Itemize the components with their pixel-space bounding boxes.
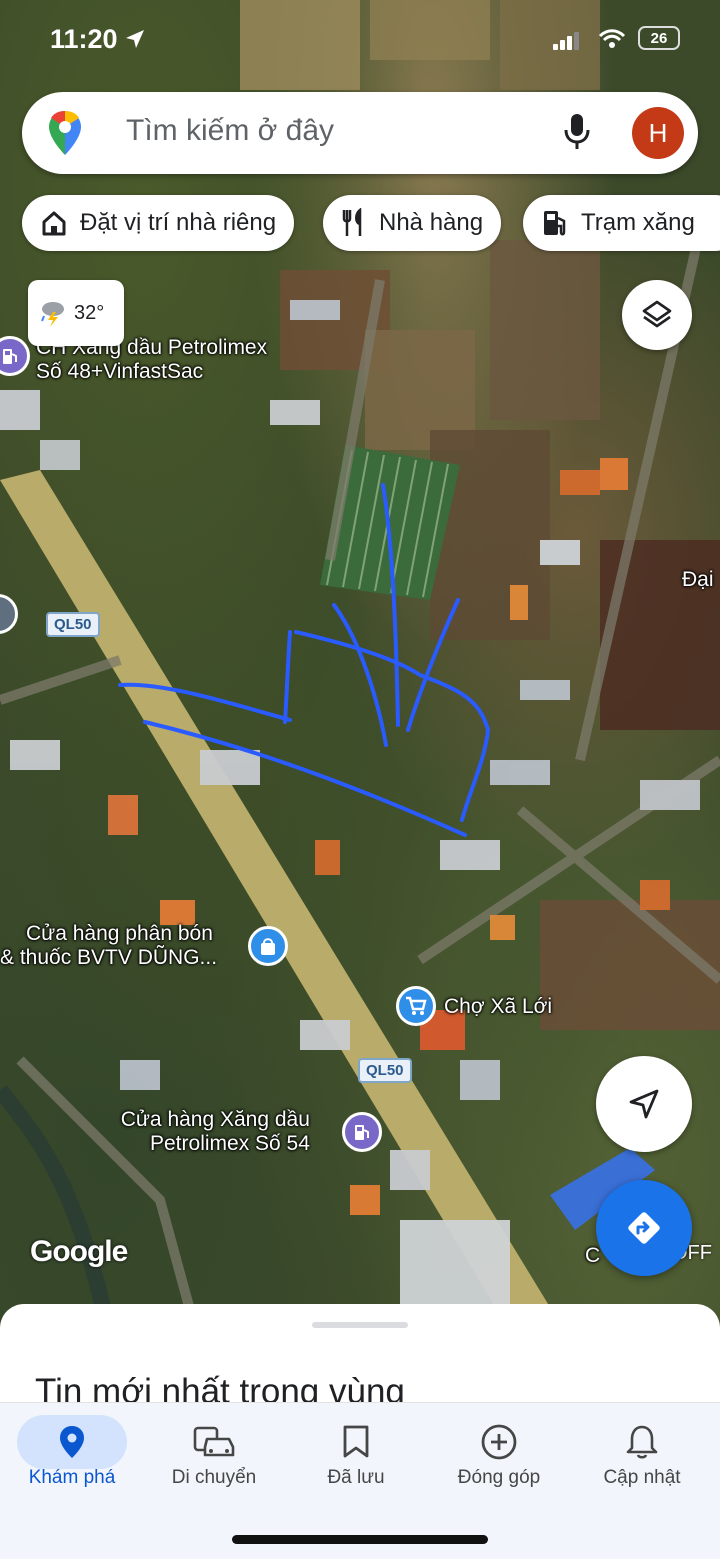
shopping-cart-icon[interactable] xyxy=(396,986,436,1026)
search-input[interactable]: Tìm kiếm ở đây xyxy=(126,114,334,148)
google-maps-logo-icon xyxy=(49,111,81,155)
chip-label: Đặt vị trí nhà riêng xyxy=(80,209,277,236)
layers-icon xyxy=(642,300,672,328)
google-attribution-logo: Google xyxy=(30,1235,128,1268)
home-indicator[interactable] xyxy=(232,1535,488,1544)
tab-label: Đóng góp xyxy=(457,1467,541,1488)
road-label-ql50: QL50 xyxy=(46,612,100,637)
location-arrow-icon xyxy=(126,30,144,48)
place-label-dai[interactable]: Đại xyxy=(682,568,714,592)
weather-temp: 32° xyxy=(74,301,105,324)
chip-gas-stations[interactable]: Trạm xăng xyxy=(523,195,720,251)
tab-label: Khám phá xyxy=(28,1467,116,1488)
tab-contribute[interactable]: Đóng góp xyxy=(427,1403,571,1513)
bell-icon xyxy=(626,1425,658,1459)
commute-icon xyxy=(193,1426,235,1457)
fertilizer-shop-label[interactable]: Cửa hàng phân bón & thuốc BVTV DŨNG... xyxy=(0,922,217,970)
chip-set-home[interactable]: Đặt vị trí nhà riêng xyxy=(22,195,295,251)
explore-pin-icon xyxy=(60,1426,84,1458)
layers-button[interactable] xyxy=(622,280,692,350)
restaurant-icon xyxy=(342,208,362,236)
status-bar: 11:20 26 xyxy=(0,0,720,80)
gas-station-poi-icon[interactable] xyxy=(342,1112,382,1152)
navigation-arrow-icon xyxy=(629,1089,659,1119)
tab-label: Đã lưu xyxy=(327,1467,385,1488)
wifi-icon xyxy=(598,29,626,48)
gas-station-icon xyxy=(544,211,566,236)
my-location-button[interactable] xyxy=(596,1056,692,1152)
place-label-truncated[interactable]: C xyxy=(585,1244,600,1268)
search-bar[interactable]: Tìm kiếm ở đây H xyxy=(22,92,698,174)
road-label-ql50: QL50 xyxy=(358,1058,412,1083)
petrolimex-54-label[interactable]: Cửa hàng Xăng dầu Petrolimex Số 54 xyxy=(120,1108,310,1156)
tab-commute[interactable]: Di chuyển xyxy=(142,1403,286,1513)
chip-restaurants[interactable]: Nhà hàng xyxy=(323,195,502,251)
tab-label: Cập nhật xyxy=(603,1467,681,1488)
shopping-bag-icon[interactable] xyxy=(248,926,288,966)
home-icon xyxy=(42,211,66,236)
directions-icon xyxy=(628,1212,660,1244)
tab-updates[interactable]: Cập nhật xyxy=(570,1403,714,1513)
weather-badge[interactable]: 32° xyxy=(28,280,124,346)
microphone-icon[interactable] xyxy=(562,112,592,152)
add-circle-icon xyxy=(481,1424,517,1460)
chip-label: Nhà hàng xyxy=(379,209,484,236)
tab-label: Di chuyển xyxy=(171,1467,257,1488)
status-time: 11:20 xyxy=(50,24,118,54)
avatar[interactable]: H xyxy=(632,107,684,159)
cellular-signal-icon xyxy=(553,32,579,50)
drag-handle[interactable] xyxy=(312,1322,408,1328)
market-label[interactable]: Chợ Xã Lới xyxy=(444,995,552,1019)
bookmark-icon xyxy=(343,1425,369,1458)
directions-button[interactable] xyxy=(596,1180,692,1276)
battery-icon: 26 xyxy=(638,26,680,50)
tab-saved[interactable]: Đã lưu xyxy=(284,1403,428,1513)
thunderstorm-icon xyxy=(41,302,64,327)
chip-label: Trạm xăng xyxy=(581,209,695,236)
tab-explore[interactable]: Khám phá xyxy=(0,1403,144,1513)
